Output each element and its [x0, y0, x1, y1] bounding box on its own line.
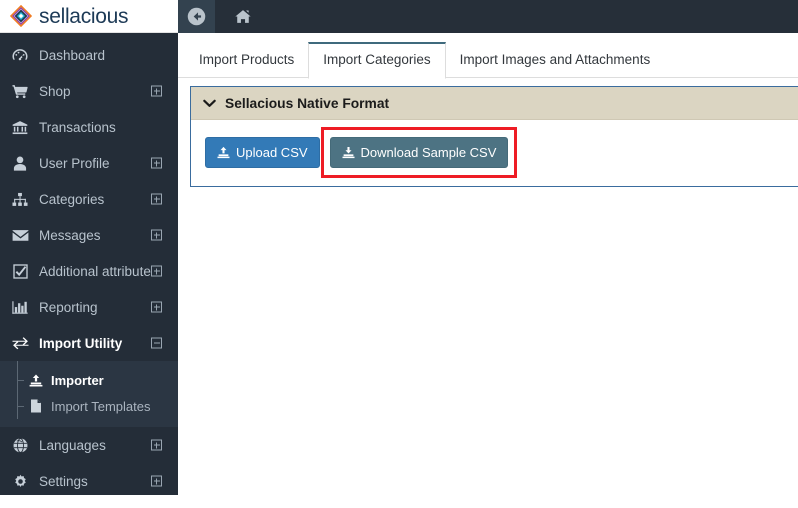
top-bar: [178, 0, 798, 33]
brand-name: sellacious: [39, 4, 129, 28]
sidebar-item-label: Transactions: [39, 119, 116, 135]
download-icon: [342, 146, 355, 159]
download-sample-csv-highlight-wrapper: Download Sample CSV: [320, 127, 518, 178]
download-sample-csv-button[interactable]: Download Sample CSV: [329, 137, 509, 168]
tab-import-images-and-attachments[interactable]: Import Images and Attachments: [445, 42, 665, 78]
sidebar-item-languages[interactable]: Languages: [0, 427, 178, 463]
bank-icon: [10, 118, 30, 136]
expand-plus-icon[interactable]: [151, 193, 162, 205]
sidebar-submenu-import-utility: Importer Import Templates: [0, 361, 178, 427]
sidebar-nav: Dashboard Shop Transactions User Profile…: [0, 33, 178, 499]
tab-list: Import Products Import Categories Import…: [185, 41, 665, 79]
sidebar-item-label: Messages: [39, 227, 101, 243]
home-button[interactable]: [226, 0, 260, 33]
expand-plus-icon[interactable]: [151, 157, 162, 169]
user-icon: [10, 154, 30, 172]
sidebar-item-label: Import Utility: [39, 335, 123, 351]
button-label: Upload CSV: [236, 145, 308, 160]
sidebar-item-settings[interactable]: Settings: [0, 463, 178, 499]
sitemap-icon: [10, 190, 30, 208]
button-label: Download Sample CSV: [360, 145, 497, 160]
sidebar-subitem-label: Import Templates: [51, 398, 151, 414]
sidebar-item-categories[interactable]: Categories: [0, 181, 178, 217]
sidebar-item-label: Additional attribute: [39, 263, 151, 279]
sellacious-diamond-logo-icon: [10, 5, 32, 27]
sidebar-item-label: Settings: [39, 473, 88, 489]
sidebar-item-dashboard[interactable]: Dashboard: [0, 37, 178, 73]
sidebar-subitem-import-templates[interactable]: Import Templates: [0, 393, 178, 419]
envelope-icon: [10, 226, 30, 244]
expand-plus-icon[interactable]: [151, 475, 162, 487]
expand-plus-icon[interactable]: [151, 439, 162, 451]
sellacious-native-format-panel: Sellacious Native Format Upload CSV Down…: [190, 86, 798, 187]
upload-csv-button[interactable]: Upload CSV: [205, 137, 320, 168]
sidebar-item-label: Shop: [39, 83, 71, 99]
sidebar-item-label: Categories: [39, 191, 105, 207]
upload-icon: [28, 374, 44, 387]
expand-plus-icon[interactable]: [151, 229, 162, 241]
expand-plus-icon[interactable]: [151, 85, 162, 97]
panel-title: Sellacious Native Format: [225, 95, 390, 111]
panel-body: Upload CSV Download Sample CSV: [191, 120, 798, 186]
back-button[interactable]: [178, 0, 215, 33]
chevron-down-icon[interactable]: [203, 99, 217, 108]
content-area: Sellacious Native Format Upload CSV Down…: [178, 78, 798, 508]
sidebar-item-label: Reporting: [39, 299, 98, 315]
checkbox-check-icon: [10, 262, 30, 280]
file-blank-icon: [28, 399, 44, 413]
globe-icon: [10, 436, 30, 454]
tab-import-products[interactable]: Import Products: [185, 42, 309, 78]
expand-plus-icon[interactable]: [151, 301, 162, 313]
sidebar-item-transactions[interactable]: Transactions: [0, 109, 178, 145]
expand-plus-icon[interactable]: [151, 265, 162, 277]
bar-chart-icon: [10, 298, 30, 316]
tab-label: Import Categories: [323, 51, 431, 67]
shopping-cart-icon: [10, 82, 30, 100]
tab-bar: Import Products Import Categories Import…: [178, 33, 798, 79]
application-window: sellacious Dashboard Shop Transactions U…: [0, 0, 798, 508]
upload-icon: [217, 146, 230, 159]
sidebar-item-label: User Profile: [39, 155, 110, 171]
panel-header[interactable]: Sellacious Native Format: [191, 87, 798, 120]
sidebar-subitem-label: Importer: [51, 372, 104, 388]
sidebar-item-label: Languages: [39, 437, 106, 453]
tab-import-categories[interactable]: Import Categories: [308, 41, 446, 79]
dashboard-gauge-icon: [10, 46, 30, 64]
sidebar-item-shop[interactable]: Shop: [0, 73, 178, 109]
sidebar-subitem-importer[interactable]: Importer: [0, 367, 178, 393]
sidebar-item-additional-attribute[interactable]: Additional attribute: [0, 253, 178, 289]
home-icon: [235, 9, 251, 24]
sidebar-item-reporting[interactable]: Reporting: [0, 289, 178, 325]
tab-label: Import Images and Attachments: [459, 51, 651, 67]
sidebar-item-messages[interactable]: Messages: [0, 217, 178, 253]
sidebar: sellacious Dashboard Shop Transactions U…: [0, 0, 178, 495]
sidebar-item-user-profile[interactable]: User Profile: [0, 145, 178, 181]
arrow-circle-left-icon: [187, 7, 206, 26]
gear-icon: [10, 472, 30, 490]
sidebar-item-label: Dashboard: [39, 47, 106, 63]
sidebar-item-import-utility[interactable]: Import Utility: [0, 325, 178, 361]
collapse-minus-icon[interactable]: [151, 337, 162, 349]
exchange-arrows-icon: [10, 334, 30, 352]
brand-logo[interactable]: sellacious: [0, 0, 178, 33]
tab-label: Import Products: [199, 51, 295, 67]
